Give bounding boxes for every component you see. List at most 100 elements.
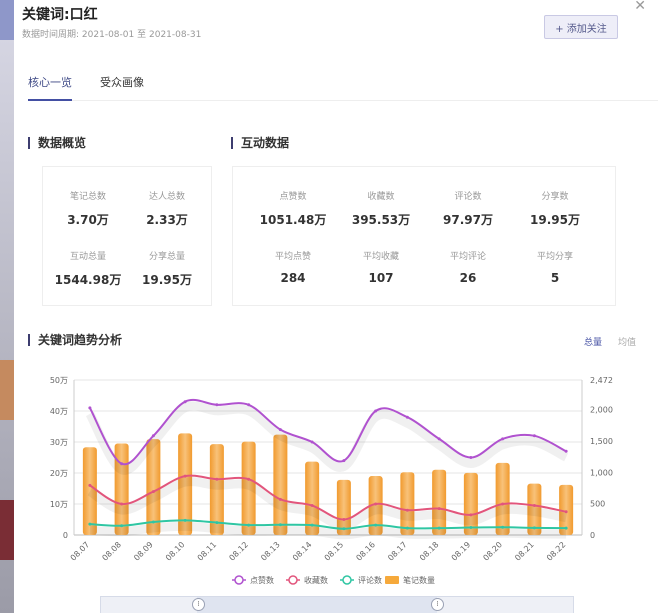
- line-point: [532, 526, 536, 530]
- bar-notes: [432, 469, 447, 535]
- page-backdrop: [0, 0, 14, 613]
- backdrop-strip: [0, 0, 14, 40]
- x-tick-label: 08.12: [227, 540, 250, 563]
- x-tick-label: 08.08: [100, 540, 123, 563]
- line-point: [88, 522, 92, 526]
- keyword-detail-modal: ✕ 关键词:口红 数据时间周期: 2021-08-01 至 2021-08-31…: [14, 0, 660, 613]
- line-point: [247, 477, 251, 481]
- x-tick-label: 08.22: [545, 540, 568, 563]
- legend-marker: [385, 576, 399, 584]
- line-point: [151, 520, 155, 524]
- legend-marker: [234, 575, 244, 585]
- line-point: [405, 508, 409, 512]
- slider-selection[interactable]: [197, 597, 437, 613]
- line-point: [310, 523, 314, 527]
- x-tick-label: 08.18: [418, 540, 441, 563]
- x-tick-label: 08.21: [513, 540, 536, 563]
- x-tick-label: 08.19: [450, 540, 473, 563]
- y-left-tick-label: 40万: [50, 407, 68, 416]
- line-point: [151, 490, 155, 494]
- x-tick-label: 08.07: [69, 540, 92, 563]
- line-point: [247, 403, 251, 407]
- line-point: [532, 504, 536, 508]
- line-point: [469, 513, 473, 517]
- line-point: [501, 437, 505, 441]
- slider-left-handle[interactable]: ⁞: [192, 598, 205, 611]
- line-point: [437, 507, 441, 511]
- line-point: [501, 502, 505, 506]
- y-right-tick-label: 0: [590, 531, 595, 540]
- legend-label: 评论数: [358, 575, 382, 585]
- line-point: [215, 477, 219, 481]
- line-point: [310, 504, 314, 508]
- line-point: [310, 440, 314, 444]
- line-point: [342, 459, 346, 463]
- line-point: [278, 497, 282, 501]
- slider-right-handle[interactable]: ⁞: [431, 598, 444, 611]
- y-right-tick-label: 500: [590, 500, 605, 509]
- bar-notes: [273, 434, 288, 535]
- line-point: [342, 518, 346, 521]
- line-point: [469, 526, 473, 530]
- line-point: [405, 415, 409, 419]
- bar-notes: [114, 443, 129, 535]
- legend-label: 收藏数: [304, 575, 328, 585]
- y-left-tick-label: 20万: [50, 469, 68, 478]
- y-left-tick-label: 0: [63, 531, 68, 540]
- zoom-slider[interactable]: ⁞ ⁞: [100, 596, 574, 613]
- line-point: [88, 406, 92, 410]
- trend-chart: 0 10万 20万 30万 40万 50万 0 500 1,000 1,500 2,000 2,472…: [50, 376, 613, 585]
- y-left-tick-label: 10万: [50, 500, 68, 509]
- line-point: [88, 483, 92, 487]
- line-point: [151, 434, 155, 438]
- line-point: [120, 462, 124, 466]
- y-left-tick-label: 50万: [50, 376, 68, 385]
- line-point: [215, 403, 219, 407]
- line-point: [374, 409, 378, 413]
- y-right-tick-label: 1,500: [590, 437, 613, 446]
- x-tick-label: 08.14: [291, 540, 314, 563]
- legend-label: 笔记数量: [403, 575, 435, 585]
- legend-marker: [288, 575, 298, 585]
- line-point: [374, 523, 378, 527]
- line-point: [437, 437, 441, 441]
- backdrop-strip: [0, 360, 14, 420]
- bar-notes: [495, 462, 510, 535]
- line-point: [183, 474, 187, 478]
- line-point: [469, 456, 473, 459]
- line-point: [501, 525, 505, 529]
- line-point: [564, 526, 568, 530]
- line-point: [247, 523, 251, 527]
- line-point: [120, 524, 124, 528]
- x-tick-label: 08.17: [386, 540, 409, 563]
- x-tick-label: 08.15: [323, 540, 346, 563]
- line-point: [405, 526, 409, 530]
- line-shadow: [85, 401, 569, 475]
- y-right-tick-label: 2,000: [590, 406, 613, 415]
- y-right-tick-label: 1,000: [590, 468, 613, 477]
- line-point: [215, 521, 219, 525]
- x-tick-label: 08.09: [132, 540, 155, 563]
- line-point: [342, 527, 346, 531]
- legend-marker: [342, 575, 352, 585]
- y-left-tick-label: 30万: [50, 438, 68, 447]
- line-point: [532, 434, 536, 438]
- x-tick-label: 08.16: [354, 540, 377, 563]
- line-point: [564, 449, 568, 453]
- y-right-tick-label: 2,472: [590, 376, 613, 385]
- legend-label: 点赞数: [250, 575, 274, 585]
- x-tick-label: 08.10: [164, 540, 187, 563]
- line-point: [278, 428, 282, 432]
- x-tick-label: 08.11: [196, 540, 219, 563]
- x-tick-label: 08.20: [481, 540, 504, 563]
- line-point: [374, 502, 378, 506]
- line-point: [120, 502, 124, 506]
- bar-notes: [400, 472, 415, 535]
- line-point: [437, 526, 441, 530]
- line-point: [183, 518, 187, 522]
- line-point: [564, 510, 568, 514]
- backdrop-strip: [0, 500, 14, 560]
- bar-notes: [463, 472, 478, 535]
- x-tick-label: 08.13: [259, 540, 282, 563]
- line-point: [183, 400, 187, 404]
